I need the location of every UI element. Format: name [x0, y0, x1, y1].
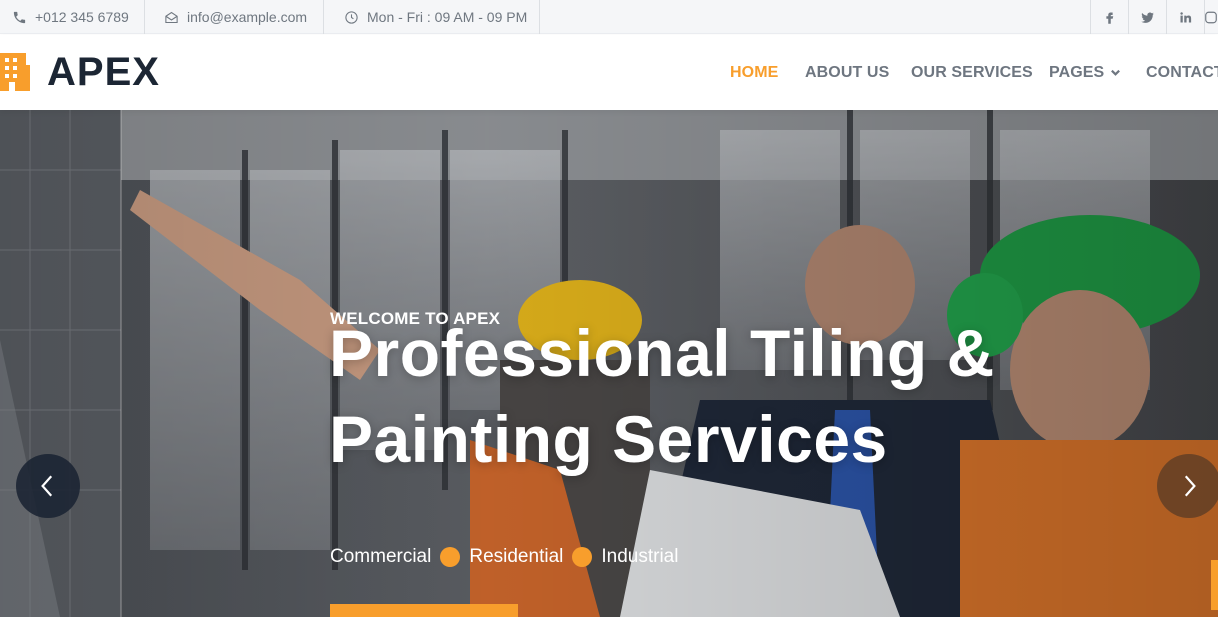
- phone-icon: [13, 11, 26, 23]
- nav-our-services[interactable]: OUR SERVICES: [911, 35, 1033, 110]
- email-address: info@example.com: [187, 9, 308, 25]
- divider: [323, 0, 324, 34]
- tag-industrial: Industrial: [601, 546, 679, 567]
- carousel-next-button[interactable]: [1157, 454, 1218, 518]
- instagram-icon: [1205, 11, 1217, 23]
- carousel-prev-button[interactable]: [16, 454, 80, 518]
- divider: [539, 0, 540, 34]
- email-contact[interactable]: info@example.com: [164, 0, 307, 34]
- opening-hours: Mon - Fri : 09 AM - 09 PM: [344, 0, 527, 34]
- linkedin-link[interactable]: [1166, 0, 1204, 34]
- phone-number: +012 345 6789: [35, 9, 129, 25]
- chevron-right-icon: [1184, 475, 1196, 497]
- tag-residential: Residential: [469, 546, 564, 567]
- floating-side-tab[interactable]: [1211, 560, 1218, 610]
- building-logo-icon[interactable]: [0, 53, 30, 91]
- bullet-dot-icon: [440, 547, 461, 567]
- envelope-open-icon: [165, 11, 178, 23]
- chevron-down-icon: [1111, 69, 1121, 76]
- clock-icon: [345, 10, 358, 24]
- hero-cta-button[interactable]: [330, 604, 518, 617]
- nav-pages-label: PAGES: [1049, 63, 1105, 81]
- nav-contact[interactable]: CONTACT: [1146, 35, 1218, 110]
- hero-carousel: WELCOME TO APEX Professional Tiling & Pa…: [0, 110, 1218, 617]
- linkedin-icon: [1179, 11, 1191, 22]
- hero-service-tags: Commercial Residential Industrial: [330, 545, 678, 569]
- facebook-link[interactable]: [1090, 0, 1128, 34]
- facebook-icon: [1105, 12, 1113, 24]
- top-info-bar: +012 345 6789 info@example.com Mon - Fri…: [0, 0, 1218, 34]
- hours-text: Mon - Fri : 09 AM - 09 PM: [367, 9, 528, 25]
- instagram-link[interactable]: [1204, 0, 1218, 34]
- tag-commercial: Commercial: [330, 546, 432, 567]
- brand-name[interactable]: APEX: [47, 48, 160, 96]
- twitter-link[interactable]: [1128, 0, 1166, 34]
- nav-pages-dropdown[interactable]: PAGES: [1049, 35, 1121, 110]
- phone-contact[interactable]: +012 345 6789: [12, 0, 129, 34]
- chevron-left-icon: [41, 475, 53, 497]
- bullet-dot-icon: [572, 547, 593, 567]
- divider: [144, 0, 145, 34]
- main-navbar: APEX HOME ABOUT US OUR SERVICES PAGES CO…: [0, 35, 1218, 110]
- nav-about-us[interactable]: ABOUT US: [805, 35, 889, 110]
- twitter-icon: [1140, 11, 1154, 23]
- nav-home[interactable]: HOME: [730, 35, 778, 110]
- hero-title: Professional Tiling & Painting Services: [329, 316, 995, 476]
